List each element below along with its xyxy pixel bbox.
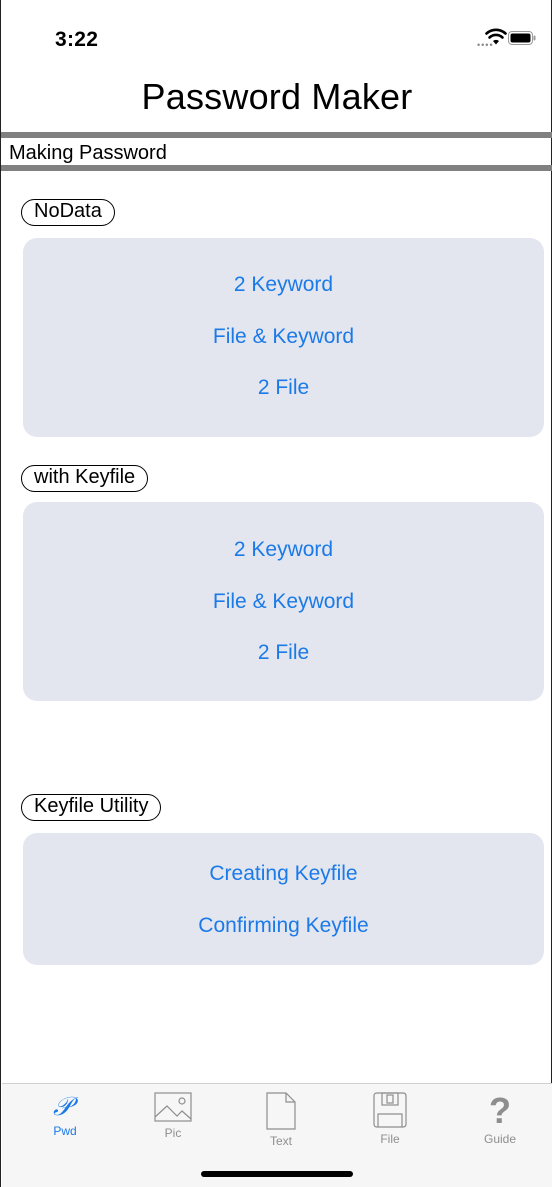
app-screen: 3:22 •••• Password Maker Making Password… xyxy=(0,0,552,1187)
nodata-file-keyword-button[interactable]: File & Keyword xyxy=(23,325,544,349)
group-label-nodata: NoData xyxy=(21,199,115,226)
status-time: 3:22 xyxy=(55,28,99,51)
question-mark-icon: ? xyxy=(489,1092,511,1128)
divider xyxy=(1,165,552,171)
tab-guide[interactable]: ? Guide xyxy=(465,1092,535,1146)
nodata-2-file-button[interactable]: 2 File xyxy=(23,376,544,400)
document-icon xyxy=(266,1092,296,1130)
keyfile-2-keyword-button[interactable]: 2 Keyword xyxy=(23,538,544,562)
keyfile-2-file-button[interactable]: 2 File xyxy=(23,641,544,665)
section-header: Making Password xyxy=(1,132,552,172)
script-p-icon: 𝒫 xyxy=(53,1092,79,1120)
svg-text:?: ? xyxy=(489,1092,511,1128)
picture-icon xyxy=(154,1092,192,1122)
page-title: Password Maker xyxy=(141,76,413,117)
tab-text[interactable]: Text xyxy=(246,1092,316,1148)
keyfile-utility-card: Creating Keyfile Confirming Keyfile xyxy=(23,833,544,965)
group-label-with-keyfile: with Keyfile xyxy=(21,465,149,492)
tab-pwd[interactable]: 𝒫 Pwd xyxy=(30,1092,100,1138)
battery-icon xyxy=(508,31,536,45)
svg-text:𝒫: 𝒫 xyxy=(53,1092,79,1120)
keyfile-file-keyword-button[interactable]: File & Keyword xyxy=(23,590,544,614)
tab-file[interactable]: File xyxy=(355,1092,425,1146)
section-label: Making Password xyxy=(9,142,167,164)
wifi-icon xyxy=(485,28,507,45)
nodata-card: 2 Keyword File & Keyword 2 File xyxy=(23,238,544,437)
nodata-2-keyword-button[interactable]: 2 Keyword xyxy=(23,273,544,297)
tab-pic[interactable]: Pic xyxy=(138,1092,208,1140)
divider xyxy=(1,132,552,138)
home-indicator[interactable] xyxy=(201,1171,353,1177)
with-keyfile-card: 2 Keyword File & Keyword 2 File xyxy=(23,502,544,701)
creating-keyfile-button[interactable]: Creating Keyfile xyxy=(23,862,544,886)
tab-label: Text xyxy=(269,1134,292,1148)
confirming-keyfile-button[interactable]: Confirming Keyfile xyxy=(23,914,544,938)
tab-label: File xyxy=(380,1132,400,1146)
group-label-keyfile-utility: Keyfile Utility xyxy=(21,794,162,821)
tab-label: Pwd xyxy=(53,1124,77,1138)
tab-label: Pic xyxy=(164,1126,182,1140)
floppy-disk-icon xyxy=(373,1092,407,1128)
tab-label: Guide xyxy=(483,1132,517,1146)
